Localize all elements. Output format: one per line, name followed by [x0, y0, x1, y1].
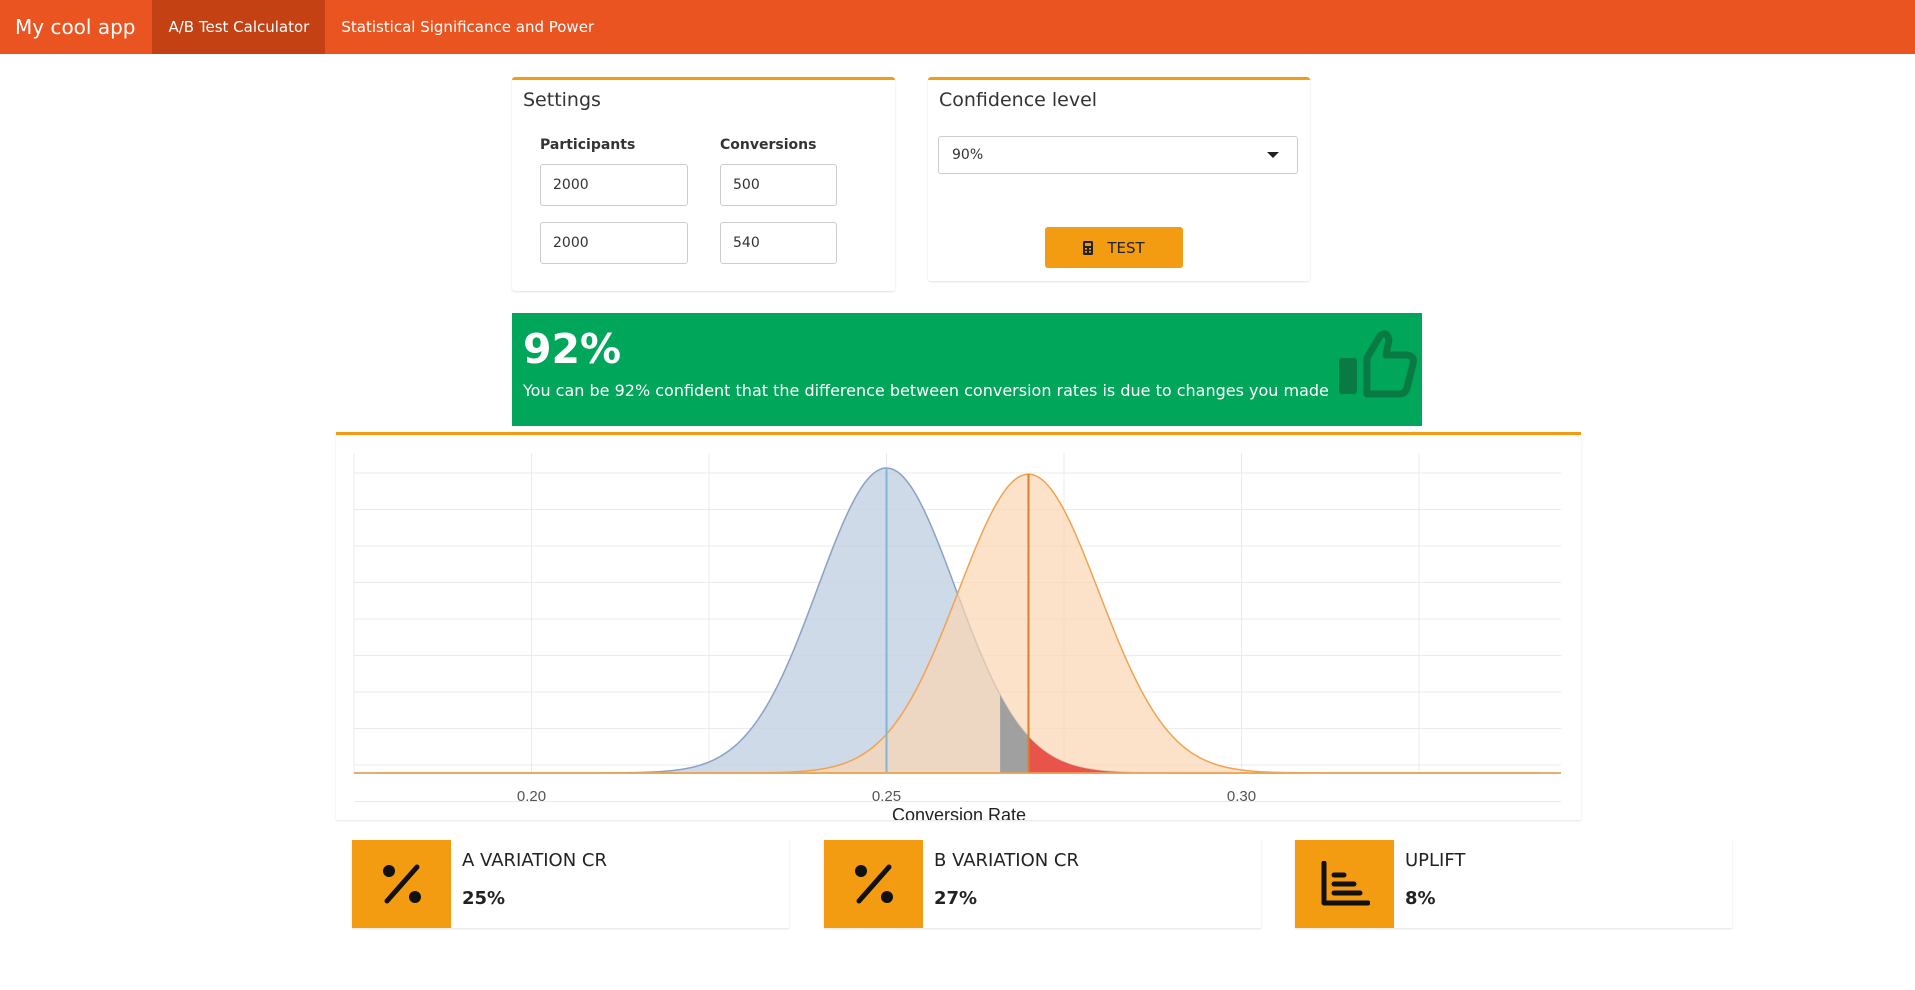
stat-value: 8%	[1405, 888, 1436, 909]
test-button[interactable]: TEST	[1045, 227, 1183, 268]
percent-icon	[854, 864, 893, 904]
calculator-icon	[1083, 240, 1094, 255]
confidence-panel: Confidence level 90% TEST	[928, 77, 1310, 281]
x-tick-label: 0.20	[517, 788, 546, 805]
conversions-a-input[interactable]	[720, 164, 837, 206]
stat-card-b-variation: B VARIATION CR 27%	[824, 840, 1261, 928]
result-message: You can be 92% confident that the differ…	[523, 381, 1329, 400]
chevron-down-icon	[1267, 152, 1279, 158]
settings-title: Settings	[523, 89, 601, 111]
confidence-select-value: 90%	[952, 147, 984, 163]
participants-label: Participants	[540, 137, 636, 153]
stat-value: 25%	[462, 888, 506, 909]
percent-icon-tile	[352, 840, 451, 928]
conversions-label: Conversions	[720, 137, 817, 153]
stat-label: A VARIATION CR	[462, 850, 607, 871]
conversions-b-input[interactable]	[720, 222, 837, 264]
stat-card-a-variation: A VARIATION CR 25%	[352, 840, 789, 928]
bar-chart-icon	[1321, 861, 1370, 906]
test-button-label: TEST	[1107, 238, 1145, 257]
result-percent: 92%	[523, 325, 622, 373]
app-brand[interactable]: My cool app	[0, 0, 152, 54]
participants-a-input[interactable]	[540, 164, 688, 206]
x-tick-label: 0.25	[872, 788, 901, 805]
distribution-chart-svg: 0.200.250.300.35 Conversion Rate	[353, 453, 1611, 825]
result-banner: 92% You can be 92% confident that the di…	[512, 313, 1422, 426]
bar-chart-icon-tile	[1295, 840, 1394, 928]
percent-icon	[382, 864, 421, 904]
confidence-title: Confidence level	[939, 89, 1098, 111]
percent-icon-tile	[824, 840, 923, 928]
x-axis-label: Conversion Rate	[892, 805, 1026, 820]
participants-b-input[interactable]	[540, 222, 688, 264]
x-tick-label: 0.30	[1227, 788, 1256, 805]
stat-value: 27%	[934, 888, 978, 909]
confidence-select[interactable]: 90%	[938, 136, 1298, 174]
settings-panel: Settings Participants Conversions	[512, 77, 895, 291]
stat-label: UPLIFT	[1405, 850, 1466, 871]
navbar: My cool app A/B Test Calculator Statisti…	[0, 0, 1915, 54]
thumbs-up-icon	[1339, 330, 1417, 398]
stat-card-uplift: UPLIFT 8%	[1295, 840, 1732, 928]
stat-label: B VARIATION CR	[934, 850, 1080, 871]
distribution-chart: 0.200.250.300.35 Conversion Rate	[336, 432, 1611, 825]
nav-ab-test-calculator[interactable]: A/B Test Calculator	[152, 0, 326, 54]
nav-significance-power[interactable]: Statistical Significance and Power	[325, 0, 610, 54]
